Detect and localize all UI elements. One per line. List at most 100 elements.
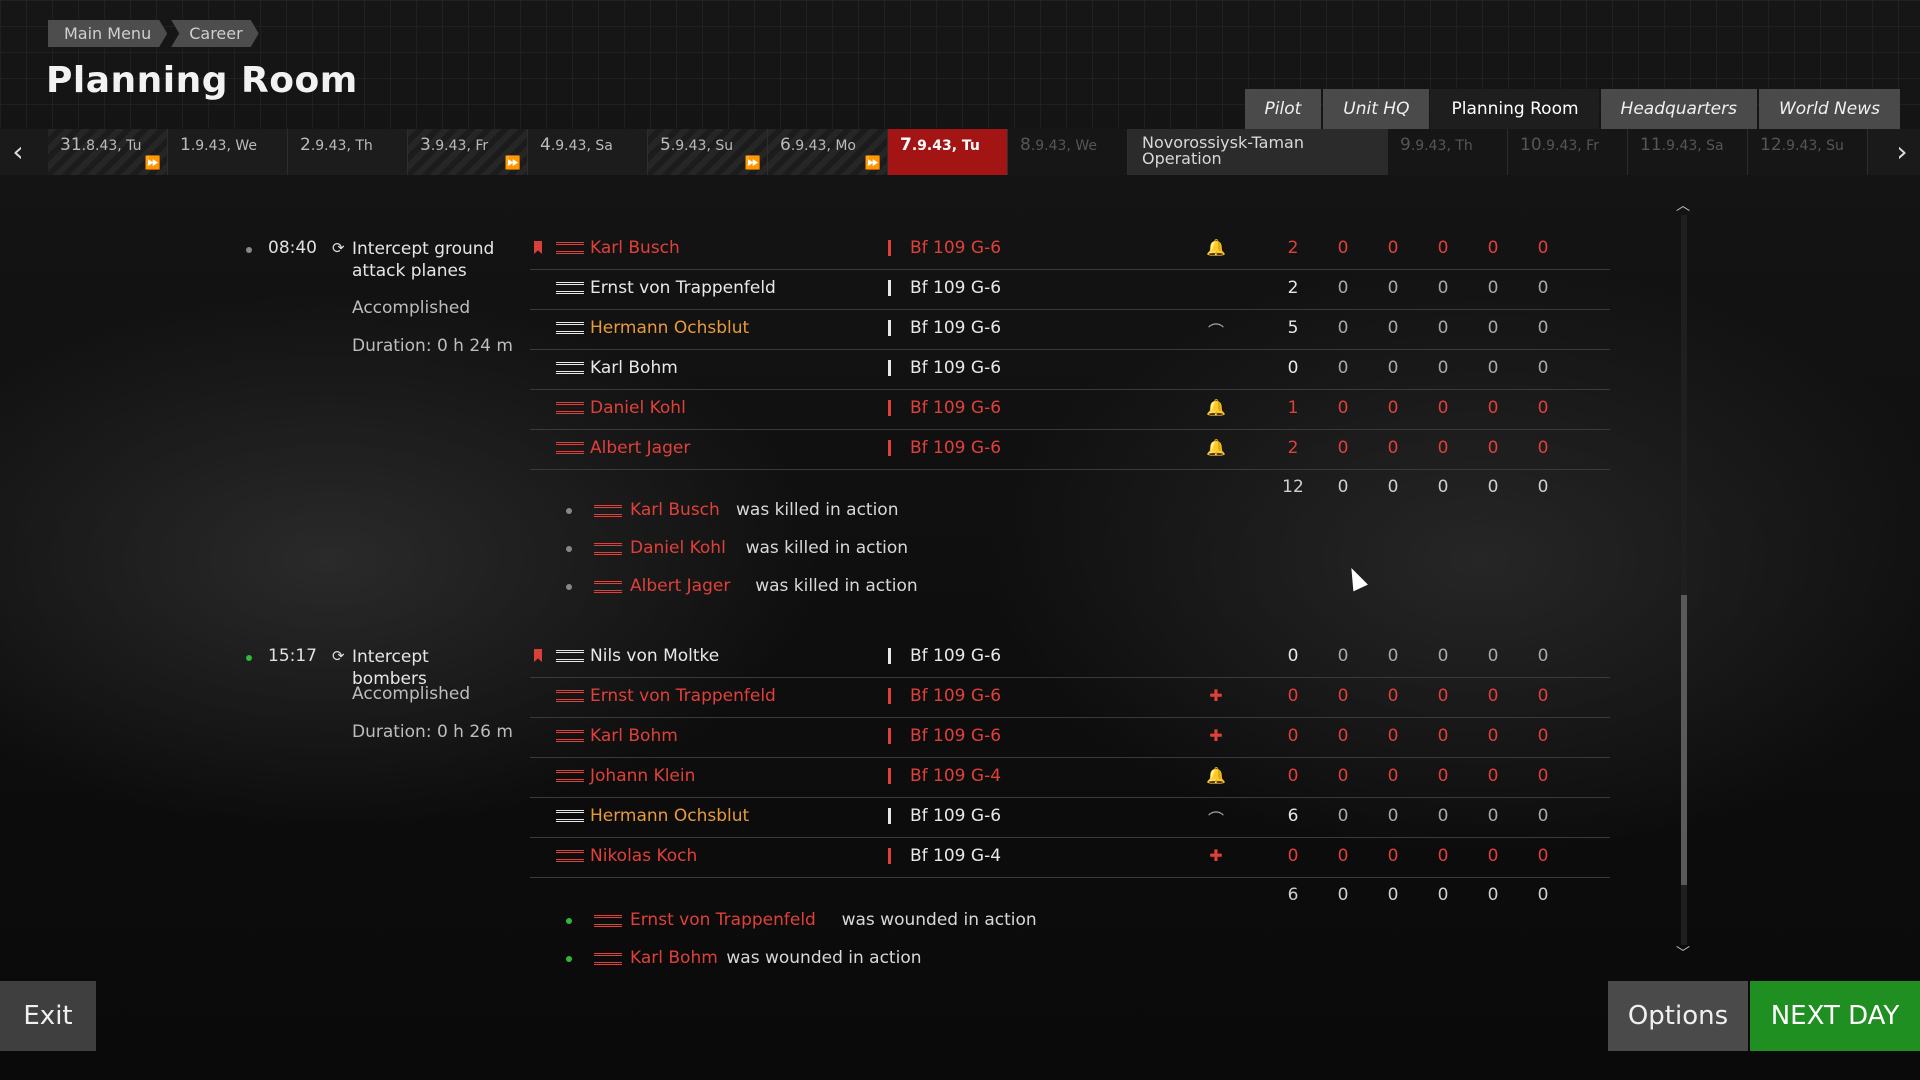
timeline-next-icon[interactable]: › (1884, 129, 1920, 175)
tab-pilot[interactable]: Pilot (1244, 89, 1322, 129)
fast-forward-icon[interactable]: ⏩ (745, 156, 761, 171)
rank-insignia-icon (594, 543, 622, 555)
timeline-day[interactable]: 8.9.43, We (1008, 129, 1128, 175)
total-value: 0 (1437, 477, 1449, 497)
event-bullet (566, 956, 572, 962)
scroll-thumb[interactable] (1681, 595, 1687, 885)
breadcrumb-career[interactable]: Career (171, 20, 258, 47)
event-pilot-name[interactable]: Karl Bohm (630, 948, 718, 968)
total-value: 0 (1337, 477, 1349, 497)
pilot-row[interactable]: Karl Busch Bf 109 G-6 🔔 2 0 0 0 0 0 (530, 229, 1610, 270)
stat-value: 0 (1537, 398, 1549, 418)
event-pilot-name[interactable]: Karl Busch (630, 500, 720, 520)
options-button[interactable]: Options (1608, 981, 1748, 1051)
wounded-icon: ✚ (1209, 726, 1223, 745)
day-label: .9.43, We (190, 138, 257, 154)
stat-value: 0 (1387, 278, 1399, 298)
pilot-row[interactable]: Nikolas Koch Bf 109 G-4 ✚ 0 0 0 0 0 0 (530, 837, 1610, 878)
pilot-row[interactable]: Hermann Ochsblut Bf 109 G-6 ⌒ 5 0 0 0 0 0 (530, 309, 1610, 350)
rank-insignia-icon (556, 442, 584, 454)
event-pilot-name[interactable]: Albert Jager (630, 576, 730, 596)
rank-insignia-icon (556, 770, 584, 782)
mission-status: Accomplished (352, 684, 471, 704)
stat-value: 2 (1287, 278, 1299, 298)
scroll-up-icon[interactable]: ︿ (1672, 195, 1694, 215)
stat-value: 0 (1537, 686, 1549, 706)
day-number: 1 (180, 135, 191, 155)
timeline-days: 31.8.43, Tu ⏩ 1.9.43, We 2.9.43, Th 3.9.43, … (48, 129, 1868, 175)
stat-value: 0 (1487, 646, 1499, 666)
stat-value: 0 (1437, 398, 1449, 418)
pilot-name[interactable]: Johann Klein (590, 766, 695, 786)
timeline-day[interactable]: 31.8.43, Tu ⏩ (48, 129, 168, 175)
pilot-name[interactable]: Hermann Ochsblut (590, 318, 749, 338)
pilot-name[interactable]: Nikolas Koch (590, 846, 697, 866)
pilot-name[interactable]: Hermann Ochsblut (590, 806, 749, 826)
tab-headquarters[interactable]: Headquarters (1600, 89, 1757, 129)
killed-icon: 🔔 (1206, 238, 1226, 257)
pilot-name[interactable]: Karl Busch (590, 238, 680, 258)
timeline-day[interactable]: 5.9.43, Su ⏩ (648, 129, 768, 175)
pilot-name[interactable]: Albert Jager (590, 438, 690, 458)
event-pilot-name[interactable]: Daniel Kohl (630, 538, 726, 558)
pilot-name[interactable]: Karl Bohm (590, 358, 678, 378)
breadcrumb: Main Menu Career (48, 20, 259, 47)
plane-condition-icon (888, 400, 891, 416)
operation-label[interactable]: Novorossiysk-Taman Operation (1128, 129, 1388, 175)
timeline-day[interactable]: 3.9.43, Fr ⏩ (408, 129, 528, 175)
fast-forward-icon[interactable]: ⏩ (865, 156, 881, 171)
plane-condition-icon (888, 848, 891, 864)
pilot-name[interactable]: Karl Bohm (590, 726, 678, 746)
pilot-row[interactable]: Ernst von Trappenfeld Bf 109 G-6 2 0 0 0 0 0 (530, 269, 1610, 310)
stat-value: 0 (1337, 238, 1349, 258)
timeline-day[interactable]: 9.9.43, Th (1388, 129, 1508, 175)
pilot-row[interactable]: Hermann Ochsblut Bf 109 G-6 ⌒ 6 0 0 0 0 0 (530, 797, 1610, 838)
breadcrumb-main-menu[interactable]: Main Menu (48, 20, 167, 47)
fast-forward-icon[interactable]: ⏩ (145, 156, 161, 171)
total-value: 0 (1387, 885, 1399, 905)
stat-value: 0 (1487, 846, 1499, 866)
exit-button[interactable]: Exit (0, 981, 96, 1051)
tab-unit-hq[interactable]: Unit HQ (1323, 89, 1430, 129)
stat-value: 0 (1487, 318, 1499, 338)
stat-value: 0 (1437, 846, 1449, 866)
pilot-row[interactable]: Karl Bohm Bf 109 G-6 ✚ 0 0 0 0 0 0 (530, 717, 1610, 758)
tab-planning-room[interactable]: Planning Room (1431, 89, 1599, 129)
tab-world-news[interactable]: World News (1758, 89, 1900, 129)
pilot-row[interactable]: Karl Bohm Bf 109 G-6 0 0 0 0 0 0 (530, 349, 1610, 390)
total-value: 0 (1337, 885, 1349, 905)
pilot-row[interactable]: Albert Jager Bf 109 G-6 🔔 2 0 0 0 0 0 (530, 429, 1610, 470)
pilot-row[interactable]: Johann Klein Bf 109 G-4 🔔 0 0 0 0 0 0 (530, 757, 1610, 798)
rank-insignia-icon (594, 953, 622, 965)
pilot-row[interactable]: Daniel Kohl Bf 109 G-6 🔔 1 0 0 0 0 0 (530, 389, 1610, 430)
timeline-day[interactable]: 12.9.43, Su (1748, 129, 1868, 175)
mission-status-dot (246, 247, 252, 253)
total-value: 0 (1437, 885, 1449, 905)
results-scrollbar[interactable]: ︿ ﹀ (1672, 195, 1694, 965)
pilot-name[interactable]: Daniel Kohl (590, 398, 686, 418)
event-pilot-name[interactable]: Ernst von Trappenfeld (630, 910, 816, 930)
pilot-row[interactable]: Ernst von Trappenfeld Bf 109 G-6 ✚ 0 0 0 0 0 0 (530, 677, 1610, 718)
pilot-name[interactable]: Ernst von Trappenfeld (590, 686, 776, 706)
scroll-down-icon[interactable]: ﹀ (1672, 943, 1694, 963)
pilot-row[interactable]: Nils von Moltke Bf 109 G-6 0 0 0 0 0 0 (530, 637, 1610, 678)
stat-value: 0 (1337, 806, 1349, 826)
day-label: .9.43, Su (1781, 138, 1844, 154)
timeline-day[interactable]: 1.9.43, We (168, 129, 288, 175)
day-number: 10 (1520, 135, 1542, 155)
timeline-day[interactable]: 7.9.43, Tu (888, 129, 1008, 175)
mission-time: 15:17 (268, 646, 317, 666)
timeline-day[interactable]: 10.9.43, Fr (1508, 129, 1628, 175)
timeline-day[interactable]: 11.9.43, Sa (1628, 129, 1748, 175)
pilot-name[interactable]: Nils von Moltke (590, 646, 719, 666)
timeline-day[interactable]: 6.9.43, Mo ⏩ (768, 129, 888, 175)
timeline-day[interactable]: 4.9.43, Sa (528, 129, 648, 175)
fast-forward-icon[interactable]: ⏩ (505, 156, 521, 171)
day-label: .9.43, Tu (911, 138, 980, 154)
stat-value: 0 (1487, 278, 1499, 298)
timeline-prev-icon[interactable]: ‹ (0, 129, 36, 175)
timeline-day[interactable]: 2.9.43, Th (288, 129, 408, 175)
wounded-icon: ✚ (1209, 846, 1223, 865)
next-day-button[interactable]: NEXT DAY (1750, 981, 1920, 1051)
pilot-name[interactable]: Ernst von Trappenfeld (590, 278, 776, 298)
